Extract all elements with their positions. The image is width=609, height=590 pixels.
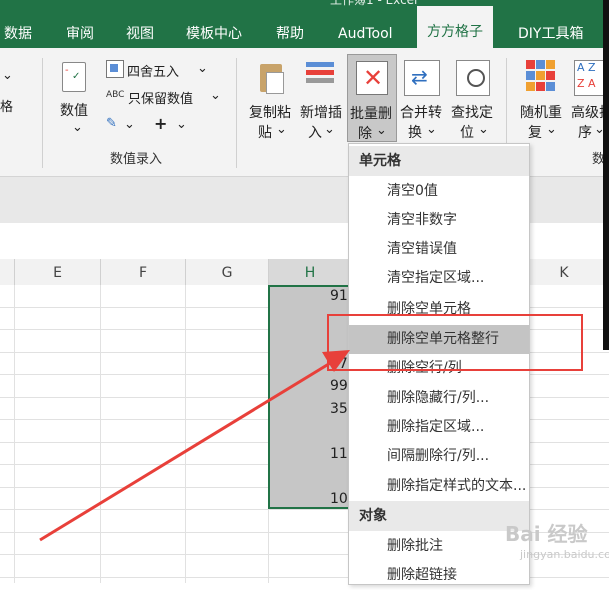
window-edge: [603, 0, 609, 350]
annotation-arrow: [39, 350, 350, 542]
baidu-watermark-url: jingyan.baidu.com: [520, 548, 609, 561]
baidu-watermark: Bai 经验: [505, 522, 588, 546]
